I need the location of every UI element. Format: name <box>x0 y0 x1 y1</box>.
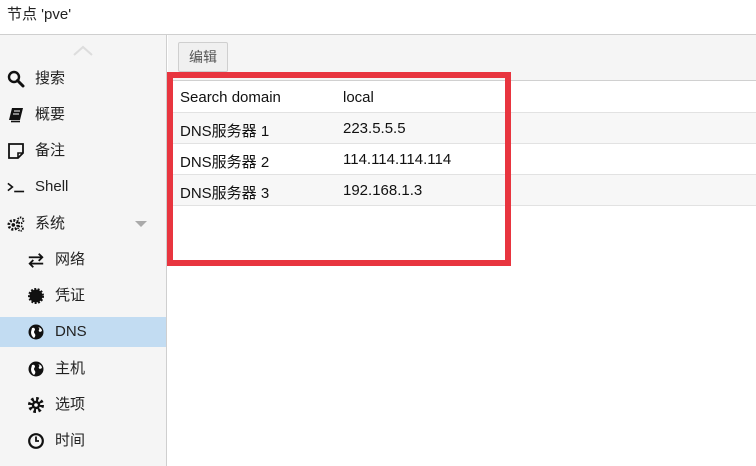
sidebar-item-label: 时间 <box>55 432 86 449</box>
note-icon <box>7 142 25 160</box>
title-bar: 节点 'pve' <box>0 0 756 35</box>
row-key: DNS服务器 1 <box>180 123 270 140</box>
sidebar-item-label: 凭证 <box>55 287 86 304</box>
row-value: local <box>343 89 374 106</box>
clock-icon <box>27 432 45 450</box>
sidebar-item-system[interactable]: 系统 <box>0 209 166 239</box>
sidebar-item-network[interactable]: 网络 <box>0 245 166 275</box>
row-value: 192.168.1.3 <box>343 182 423 199</box>
sidebar-item-label: 主机 <box>55 360 86 377</box>
table-row[interactable]: DNS服务器 3 192.168.1.3 <box>168 175 756 206</box>
sidebar-item-label: DNS <box>55 323 87 340</box>
globe-icon <box>27 360 45 378</box>
sidebar-item-label: 概要 <box>35 106 66 123</box>
book-icon <box>7 106 25 124</box>
edit-button[interactable]: 编辑 <box>178 42 228 72</box>
sidebar-item-label: 备注 <box>35 142 66 159</box>
sidebar-item-time[interactable]: 时间 <box>0 426 166 456</box>
terminal-icon <box>7 178 25 196</box>
toolbar: 编辑 <box>168 35 756 81</box>
sidebar-item-search[interactable]: 搜索 <box>0 64 166 94</box>
sidebar-item-options[interactable]: 选项 <box>0 390 166 420</box>
sidebar-item-label: 系统 <box>35 215 66 232</box>
table-row[interactable]: DNS服务器 2 114.114.114.114 <box>168 144 756 175</box>
row-key: Search domain <box>180 89 281 106</box>
dns-panel: 编辑 Search domain local DNS服务器 1 223.5.5.… <box>168 35 756 466</box>
sidebar-item-summary[interactable]: 概要 <box>0 100 166 130</box>
row-key: DNS服务器 3 <box>180 185 270 202</box>
sidebar-item-dns[interactable]: DNS <box>0 317 166 347</box>
globe-icon <box>27 323 45 341</box>
row-value: 223.5.5.5 <box>343 120 406 137</box>
sidebar-item-shell[interactable]: Shell <box>0 172 166 202</box>
row-value: 114.114.114.114 <box>343 151 452 168</box>
sidebar-item-hosts[interactable]: 主机 <box>0 354 166 384</box>
table-row[interactable]: Search domain local <box>168 82 756 113</box>
sidebar-item-notes[interactable]: 备注 <box>0 136 166 166</box>
scroll-up-icon[interactable] <box>72 43 94 56</box>
sidebar-item-label: 网络 <box>55 251 86 268</box>
gear-icon <box>27 396 45 414</box>
cogs-icon <box>7 215 25 233</box>
exchange-icon <box>27 251 45 269</box>
certificate-icon <box>27 287 45 305</box>
sidebar-item-label: Shell <box>35 178 69 195</box>
sidebar-item-label: 搜索 <box>35 70 66 87</box>
sidebar-item-label: 选项 <box>55 396 86 413</box>
collapse-caret-icon[interactable] <box>135 221 147 227</box>
sidebar-item-certificates[interactable]: 凭证 <box>0 281 166 311</box>
sidebar: 搜索 概要 备注 Shell 系统 网络 凭证 DNS 主机 选项 时间 <box>0 35 167 466</box>
page-title: 节点 'pve' <box>7 6 72 23</box>
row-key: DNS服务器 2 <box>180 154 270 171</box>
table-row[interactable]: DNS服务器 1 223.5.5.5 <box>168 113 756 144</box>
search-icon <box>7 70 25 88</box>
